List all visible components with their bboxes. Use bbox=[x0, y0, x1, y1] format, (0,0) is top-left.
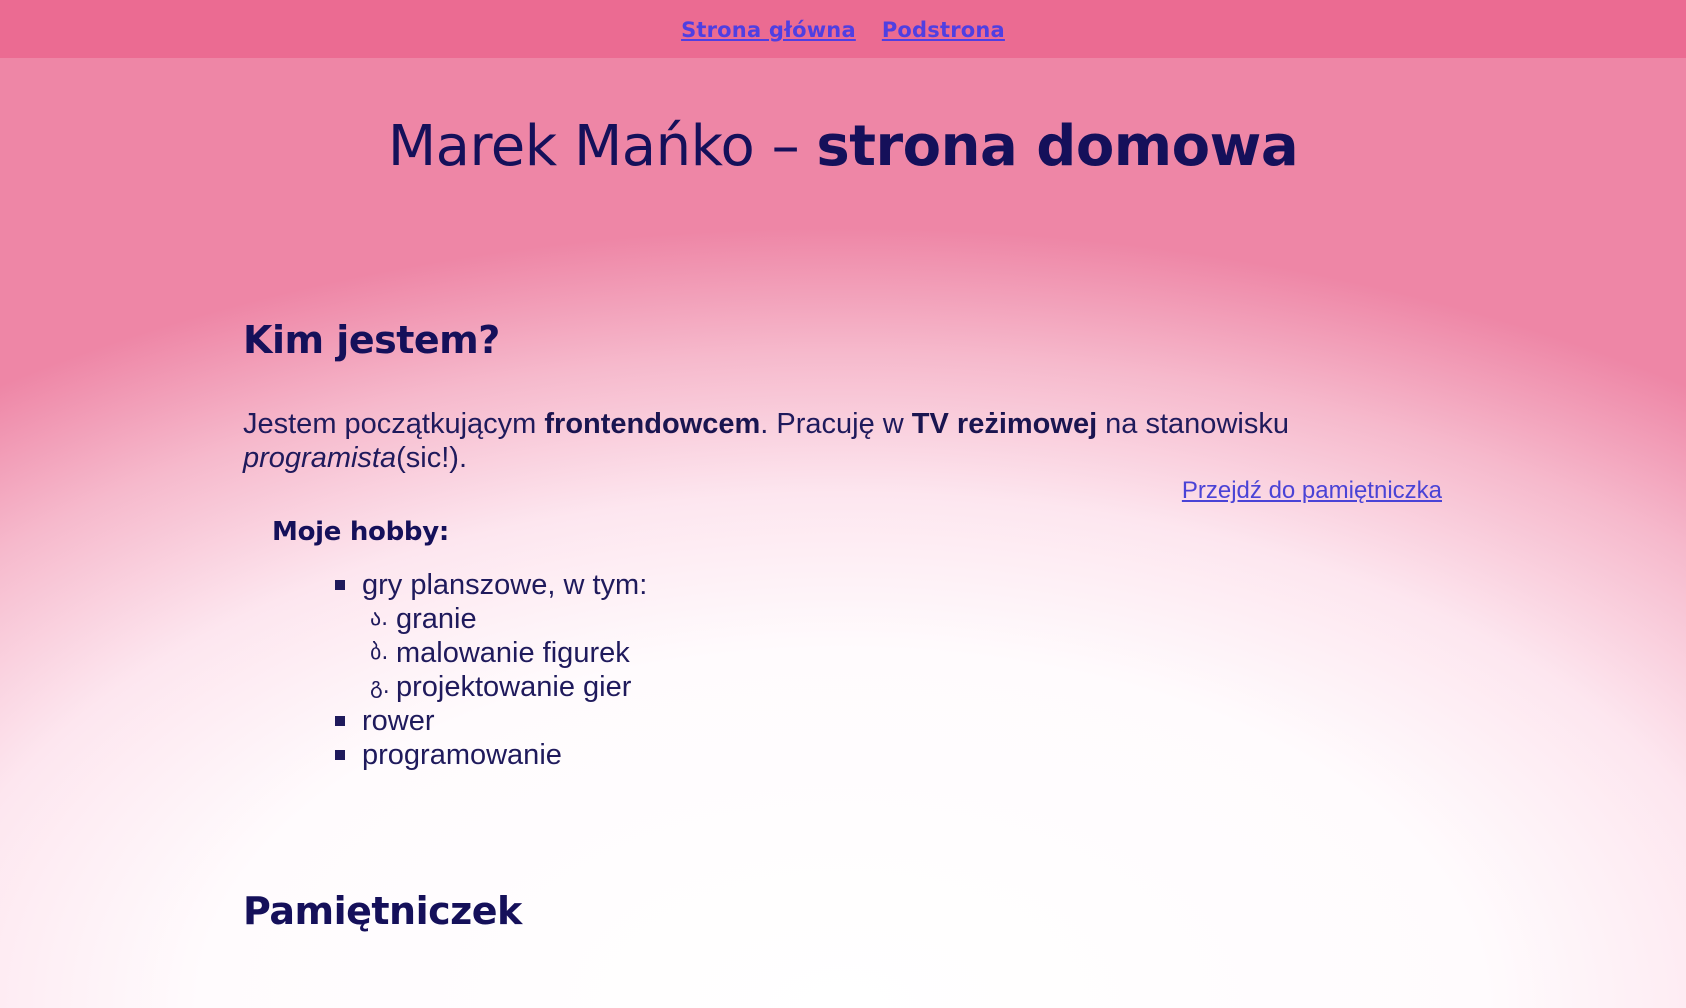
list-item-label: rower bbox=[362, 705, 435, 737]
list-marker: ბ. bbox=[370, 640, 389, 665]
nav-link-subpage[interactable]: Podstrona bbox=[882, 18, 1005, 42]
list-item: გ. projektowanie gier bbox=[370, 670, 647, 704]
diary-link[interactable]: Przejdź do pamiętniczka bbox=[1182, 477, 1442, 505]
list-item: ბ. malowanie figurek bbox=[370, 636, 647, 670]
top-navigation: Strona główna Podstrona bbox=[0, 0, 1686, 58]
intro-text-2: . Pracuję w bbox=[760, 408, 912, 440]
page-title-name: Marek Mańko – bbox=[387, 114, 817, 179]
intro-italic-programista: programista bbox=[243, 442, 397, 474]
list-item: gry planszowe, w tym: ა. granie ბ. malow… bbox=[335, 568, 648, 704]
nav-link-home[interactable]: Strona główna bbox=[681, 18, 856, 42]
list-item: programowanie bbox=[335, 738, 647, 772]
intro-paragraph: Jestem początkującym frontendowcem. Prac… bbox=[243, 407, 1373, 475]
diary-heading: Pamiętniczek bbox=[243, 889, 522, 933]
intro-bold-frontend: frontendowcem bbox=[544, 408, 761, 440]
list-marker: ა. bbox=[370, 606, 389, 631]
page-title-suffix: strona domowa bbox=[816, 114, 1299, 179]
diary-section: Pamiętniczek bbox=[243, 889, 1443, 933]
list-item-label: gry planszowe, w tym: bbox=[362, 569, 648, 601]
list-marker: გ. bbox=[370, 674, 390, 699]
square-bullet-icon bbox=[335, 750, 345, 760]
square-bullet-icon bbox=[335, 716, 345, 726]
intro-text-3: na stanowisku bbox=[1097, 408, 1289, 440]
hobbies-list: gry planszowe, w tym: ა. granie ბ. malow… bbox=[335, 568, 648, 772]
page-title: Marek Mańko – strona domowa bbox=[0, 114, 1686, 179]
list-item-label: programowanie bbox=[362, 739, 562, 771]
list-item-label: projektowanie gier bbox=[396, 671, 632, 703]
list-item: ა. granie bbox=[370, 602, 647, 636]
square-bullet-icon bbox=[335, 580, 345, 590]
list-item-label: malowanie figurek bbox=[396, 637, 630, 669]
hobbies-heading: Moje hobby: bbox=[272, 517, 449, 547]
board-games-sublist: ა. granie ბ. malowanie figurek გ. projek… bbox=[362, 602, 647, 704]
about-heading: Kim jestem? bbox=[243, 318, 500, 362]
list-item-label: granie bbox=[396, 603, 477, 635]
intro-bold-tv: TV reżimowej bbox=[911, 408, 1098, 440]
intro-text-1: Jestem początkującym bbox=[243, 408, 545, 440]
intro-text-4: (sic!). bbox=[396, 442, 467, 474]
list-item: rower bbox=[335, 704, 647, 738]
about-section: Kim jestem? bbox=[243, 318, 1443, 362]
